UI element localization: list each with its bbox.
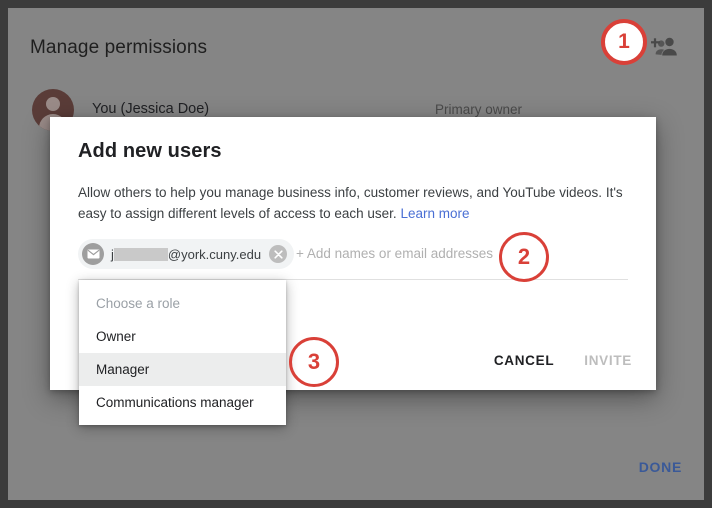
role-option-manager[interactable]: Manager xyxy=(79,353,286,386)
dialog-title: Add new users xyxy=(78,140,222,162)
cancel-button[interactable]: CANCEL xyxy=(494,353,554,368)
annotation-badge-3: 3 xyxy=(289,337,339,387)
avatar-head xyxy=(46,97,60,111)
page-title: Manage permissions xyxy=(30,37,208,58)
dialog-action-bar: CANCEL INVITE xyxy=(494,353,632,368)
role-dropdown-menu: Choose a role Owner Manager Communicatio… xyxy=(79,280,286,425)
dialog-description: Allow others to help you manage business… xyxy=(78,182,630,224)
learn-more-link[interactable]: Learn more xyxy=(400,206,469,221)
role-option-owner[interactable]: Owner xyxy=(79,320,286,353)
invite-button[interactable]: INVITE xyxy=(584,353,632,368)
close-circle-icon[interactable] xyxy=(269,245,288,263)
envelope-icon xyxy=(82,243,104,265)
annotation-badge-1: 1 xyxy=(601,19,647,65)
done-button[interactable]: DONE xyxy=(639,459,682,475)
email-chip-domain: @york.cuny.edu xyxy=(167,246,262,262)
annotation-badge-2: 2 xyxy=(499,232,549,282)
role-option-communications-manager[interactable]: Communications manager xyxy=(79,386,286,419)
user-name: You (Jessica Doe) xyxy=(92,101,210,117)
add-people-icon[interactable] xyxy=(651,34,679,60)
recipients-input-placeholder[interactable]: + Add names or email addresses xyxy=(296,246,493,261)
role-option-placeholder: Choose a role xyxy=(96,296,181,311)
email-chip-text: j @york.cuny.edu xyxy=(111,247,261,262)
user-role: Primary owner xyxy=(435,102,523,117)
email-redaction-bar xyxy=(113,247,168,261)
email-chip[interactable]: j @york.cuny.edu xyxy=(78,239,295,269)
screenshot-root: Manage permissions You (Jessica Doe) Pri… xyxy=(0,0,712,508)
dialog-description-line1: Allow others to help you manage business… xyxy=(78,185,603,200)
